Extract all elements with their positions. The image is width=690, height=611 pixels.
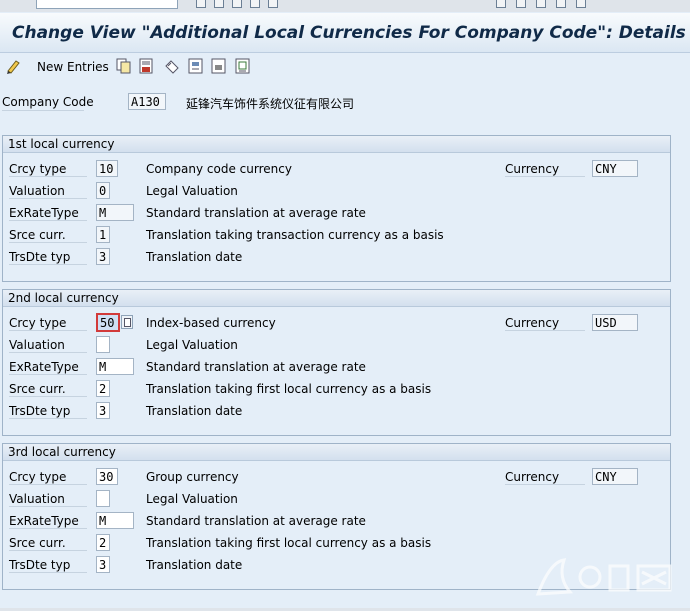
valuation-field[interactable]: [96, 336, 110, 353]
exratetype-field[interactable]: M: [96, 358, 134, 375]
toolbar-icon[interactable]: [196, 0, 206, 8]
toolbar-icon[interactable]: [576, 0, 586, 8]
crcy-type-field[interactable]: 10: [96, 160, 118, 177]
company-code-field[interactable]: A130: [128, 93, 166, 110]
toolbar-icon[interactable]: [214, 0, 224, 8]
toolbar-icon[interactable]: [232, 0, 242, 8]
valuation-label: Valuation: [9, 338, 87, 353]
company-code-label: Company Code: [2, 95, 94, 109]
page-title: Change View "Additional Local Currencies…: [12, 23, 686, 43]
group-header: 1st local currency: [3, 136, 670, 153]
trsdte-typ-field[interactable]: 3: [96, 402, 110, 419]
copy-icon[interactable]: [116, 58, 132, 77]
print-icon[interactable]: [235, 58, 251, 77]
command-field[interactable]: [36, 0, 178, 9]
exratetype-desc: Standard translation at average rate: [146, 514, 366, 528]
exratetype-label: ExRateType: [9, 206, 87, 221]
glasses-edit-icon[interactable]: [6, 58, 24, 77]
srce-curr-field[interactable]: 2: [96, 534, 110, 551]
crcy-type-desc: Group currency: [146, 470, 239, 484]
srce-curr-desc: Translation taking transaction currency …: [146, 228, 444, 242]
crcy-type-desc: Index-based currency: [146, 316, 276, 330]
srce-curr-label: Srce curr.: [9, 382, 87, 397]
valuation-desc: Legal Valuation: [146, 338, 238, 352]
srce-curr-desc: Translation taking first local currency …: [146, 382, 432, 396]
currency-field[interactable]: CNY: [592, 160, 638, 177]
select-all-icon[interactable]: [188, 58, 204, 77]
trsdte-typ-field[interactable]: 3: [96, 248, 110, 265]
group-header: 2nd local currency: [3, 290, 670, 307]
valuation-desc: Legal Valuation: [146, 184, 238, 198]
group-header: 3rd local currency: [3, 444, 670, 461]
exratetype-label: ExRateType: [9, 360, 87, 375]
crcy-type-field[interactable]: 50: [96, 313, 120, 332]
group-1st-local-currency: 1st local currency Crcy type 10 Company …: [2, 135, 671, 282]
toolbar-icon[interactable]: [268, 0, 278, 8]
exratetype-desc: Standard translation at average rate: [146, 206, 366, 220]
currency-field[interactable]: CNY: [592, 468, 638, 485]
srce-curr-label: Srce curr.: [9, 228, 87, 243]
new-entries-button[interactable]: New Entries: [37, 60, 109, 74]
valuation-label: Valuation: [9, 184, 87, 199]
toolbar-icon[interactable]: [516, 0, 526, 8]
srce-curr-field[interactable]: 1: [96, 226, 110, 243]
application-toolbar: New Entries: [0, 53, 690, 79]
trsdte-typ-desc: Translation date: [146, 404, 243, 418]
trsdte-typ-label: TrsDte typ: [9, 404, 87, 419]
crcy-type-label: Crcy type: [9, 470, 87, 485]
exratetype-label: ExRateType: [9, 514, 87, 529]
group-title: 2nd local currency: [8, 291, 119, 305]
exratetype-field[interactable]: M: [96, 512, 134, 529]
srce-curr-label: Srce curr.: [9, 536, 87, 551]
currency-field[interactable]: USD: [592, 314, 638, 331]
label-underline: [2, 110, 84, 111]
company-name: 延锋汽车饰件系统仪征有限公司: [186, 97, 355, 111]
toolbar-icon[interactable]: [536, 0, 546, 8]
group-2nd-local-currency: 2nd local currency Crcy type 50 Index-ba…: [2, 289, 671, 436]
toolbar-icon[interactable]: [250, 0, 260, 8]
group-title: 3rd local currency: [8, 445, 116, 459]
group-title: 1st local currency: [8, 137, 115, 151]
srce-curr-field[interactable]: 2: [96, 380, 110, 397]
trsdte-typ-field[interactable]: 3: [96, 556, 110, 573]
crcy-type-desc: Company code currency: [146, 162, 292, 176]
trsdte-typ-label: TrsDte typ: [9, 250, 87, 265]
undo-icon[interactable]: [163, 58, 181, 77]
currency-label: Currency: [505, 162, 585, 177]
exratetype-field[interactable]: M: [96, 204, 134, 221]
deselect-icon[interactable]: [211, 58, 227, 77]
currency-label: Currency: [505, 470, 585, 485]
toolbar-icon[interactable]: [496, 0, 506, 8]
toolbar-icon[interactable]: [556, 0, 566, 8]
trsdte-typ-label: TrsDte typ: [9, 558, 87, 573]
exratetype-desc: Standard translation at average rate: [146, 360, 366, 374]
crcy-type-label: Crcy type: [9, 316, 87, 331]
save-icon[interactable]: [139, 58, 155, 77]
watermark-logo: [530, 552, 680, 605]
valuation-field[interactable]: [96, 490, 110, 507]
search-help-button[interactable]: [121, 315, 133, 329]
valuation-label: Valuation: [9, 492, 87, 507]
system-toolbar: [0, 0, 690, 12]
crcy-type-field[interactable]: 30: [96, 468, 118, 485]
srce-curr-desc: Translation taking first local currency …: [146, 536, 432, 550]
trsdte-typ-desc: Translation date: [146, 558, 243, 572]
currency-label: Currency: [505, 316, 585, 331]
crcy-type-label: Crcy type: [9, 162, 87, 177]
title-bar: Change View "Additional Local Currencies…: [0, 13, 690, 53]
valuation-field[interactable]: 0: [96, 182, 110, 199]
trsdte-typ-desc: Translation date: [146, 250, 243, 264]
valuation-desc: Legal Valuation: [146, 492, 238, 506]
